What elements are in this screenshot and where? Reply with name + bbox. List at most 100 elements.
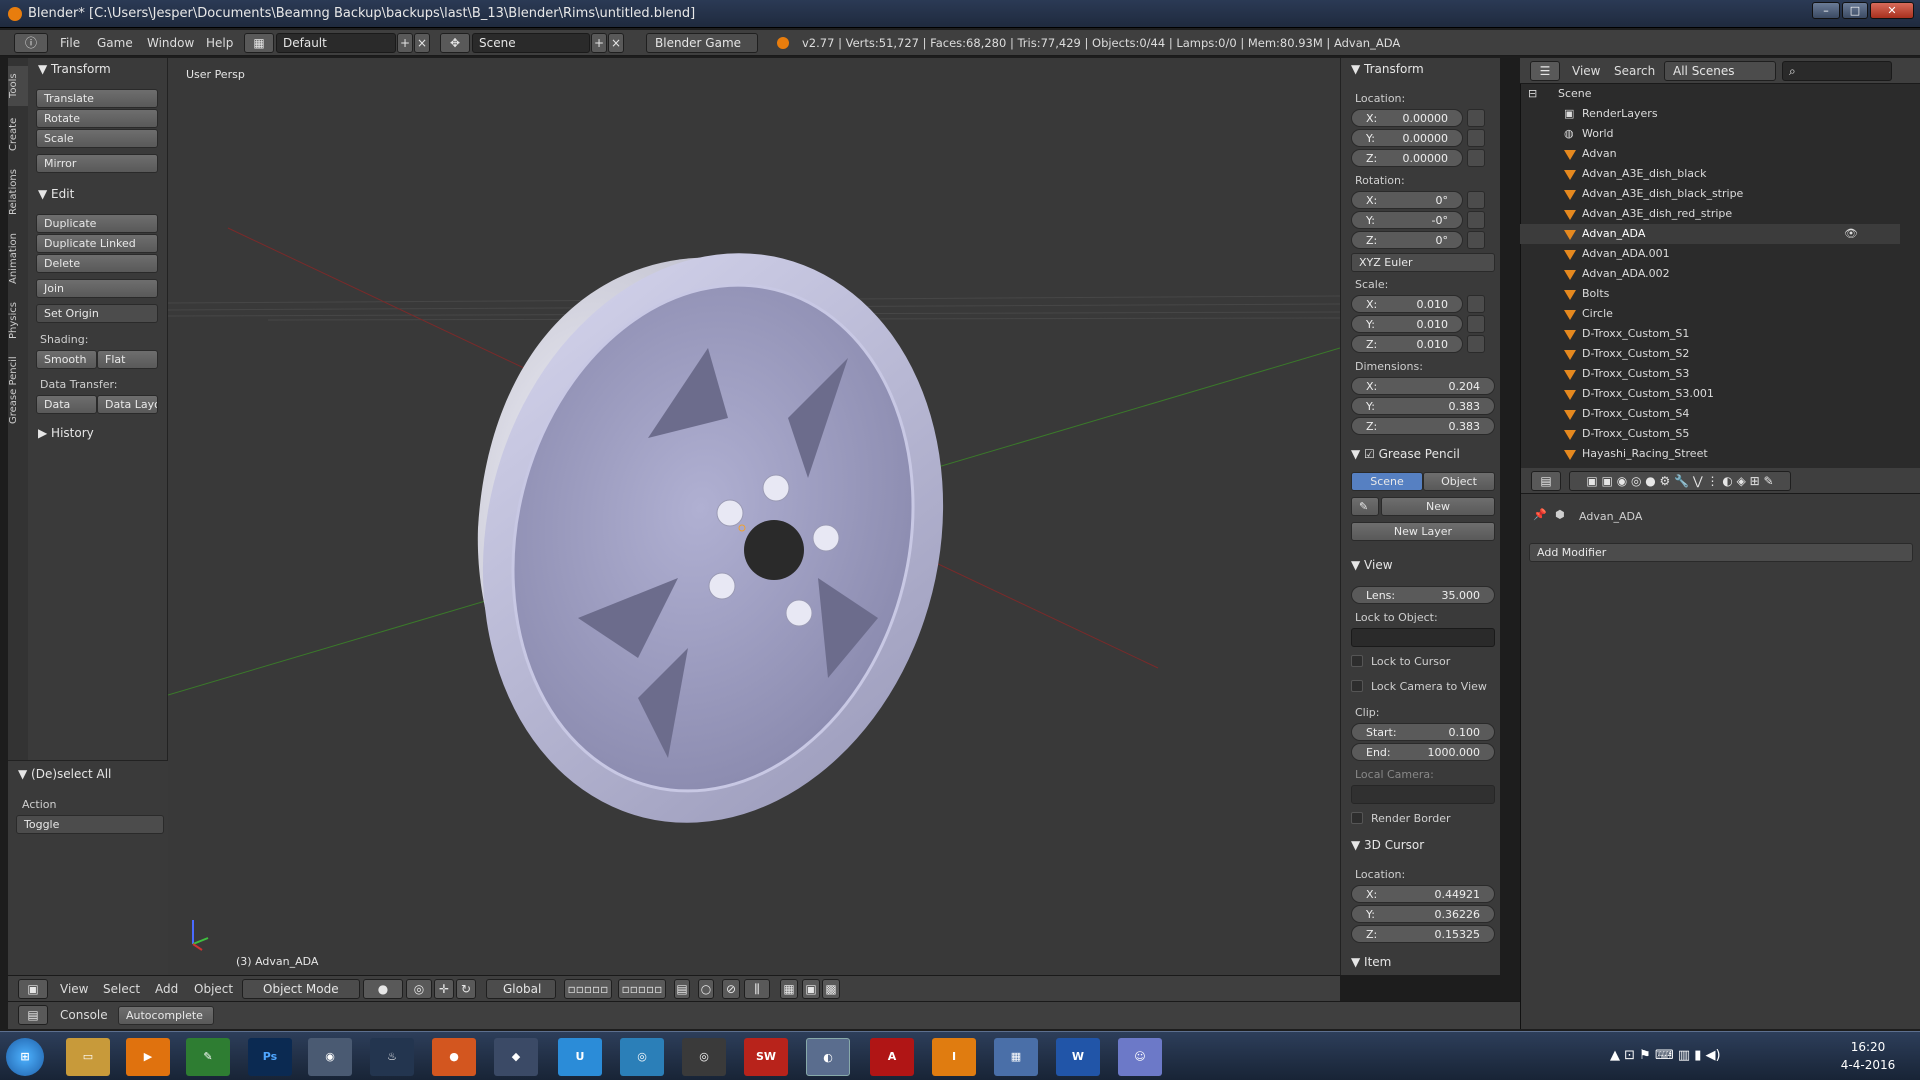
editor-type-icon[interactable]: ⓘ [14, 33, 48, 53]
lock-icon[interactable] [1467, 295, 1485, 313]
skype-icon[interactable]: ◎ [620, 1038, 664, 1076]
edit-panel-header[interactable]: ▼ Edit [38, 187, 74, 201]
join-button[interactable]: Join [36, 279, 158, 298]
dimension-y-field[interactable]: Y: 0.383 [1351, 397, 1495, 415]
clip-end-field[interactable]: End: 1000.000 [1351, 743, 1495, 761]
scale-x-field[interactable]: X: 0.010 [1351, 295, 1463, 313]
grease-scene-tab[interactable]: Scene [1351, 472, 1423, 491]
snap-icon[interactable]: ⊘ [722, 979, 740, 999]
properties-editor-icon[interactable]: ▤ [1531, 471, 1561, 491]
outliner-row-scene[interactable]: ⊟ Scene [1520, 84, 1900, 104]
layers-row2[interactable]: ▫▫▫▫▫ [618, 979, 666, 999]
outliner-scenes-dropdown[interactable]: All Scenes [1664, 61, 1776, 81]
vp-menu-view[interactable]: View [60, 982, 88, 996]
pin-icon[interactable]: 📌 [1533, 508, 1547, 521]
delete-button[interactable]: Delete [36, 254, 158, 273]
media-player-icon[interactable]: ▶ [126, 1038, 170, 1076]
lock-cursor-checkbox[interactable] [1351, 655, 1363, 667]
outliner-row-object[interactable]: Advan_ADA.001 [1520, 244, 1900, 264]
flat-button[interactable]: Flat [97, 350, 158, 369]
view-panel-header[interactable]: ▼ View [1351, 558, 1393, 572]
add-modifier-dropdown[interactable]: Add Modifier [1529, 543, 1913, 562]
duplicate-linked-button[interactable]: Duplicate Linked [36, 234, 158, 253]
add-layout-icon[interactable]: + [397, 33, 413, 53]
discord-icon[interactable]: ☺ [1118, 1038, 1162, 1076]
layers-row1[interactable]: ▫▫▫▫▫ [564, 979, 612, 999]
view3d-editor-icon[interactable]: ▣ [18, 979, 48, 999]
np-transform-header[interactable]: ▼ Transform [1351, 62, 1424, 76]
tab-animation[interactable]: Animation [8, 226, 28, 292]
photoshop-icon[interactable]: Ps [248, 1038, 292, 1076]
new-grease-button[interactable]: New [1381, 497, 1495, 516]
scale-button[interactable]: Scale [36, 129, 158, 148]
new-layer-button[interactable]: New Layer [1351, 522, 1495, 541]
cursor-panel-header[interactable]: ▼ 3D Cursor [1351, 838, 1424, 852]
history-panel-header[interactable]: ▶ History [38, 426, 94, 440]
cursor-x-field[interactable]: X: 0.44921 [1351, 885, 1495, 903]
lock-icon[interactable] [1467, 191, 1485, 209]
dimension-x-field[interactable]: X: 0.204 [1351, 377, 1495, 395]
outliner-row-object[interactable]: Advan_A3E_dish_black_stripe [1520, 184, 1900, 204]
cursor-z-field[interactable]: Z: 0.15325 [1351, 925, 1495, 943]
menu-file[interactable]: File [60, 36, 80, 50]
remove-layout-icon[interactable]: × [414, 33, 430, 53]
blender-taskbar-icon[interactable]: ◐ [806, 1038, 850, 1076]
mirror-button[interactable]: Mirror [36, 154, 158, 173]
autocomplete-button[interactable]: Autocomplete [118, 1006, 214, 1025]
outliner-row-object[interactable]: Hayashi_Racing_Street [1520, 444, 1900, 464]
location-y-field[interactable]: Y: 0.00000 [1351, 129, 1463, 147]
outliner-row-object[interactable]: Advan [1520, 144, 1900, 164]
action-dropdown[interactable]: Toggle [16, 815, 164, 834]
location-z-field[interactable]: Z: 0.00000 [1351, 149, 1463, 167]
eye-icon[interactable]: 👁 [1844, 227, 1858, 240]
outliner-row-object[interactable]: D-Troxx_Custom_S5 [1520, 424, 1900, 444]
mode-dropdown[interactable]: Object Mode [242, 979, 360, 999]
lock-camera-checkbox[interactable] [1351, 680, 1363, 692]
outliner-editor-icon[interactable]: ☰ [1530, 61, 1560, 81]
outliner-row-renderlayers[interactable]: ▣ RenderLayers [1520, 104, 1900, 124]
chrome-icon[interactable]: ◉ [308, 1038, 352, 1076]
rotation-y-field[interactable]: Y: -0° [1351, 211, 1463, 229]
clip-start-field[interactable]: Start: 0.100 [1351, 723, 1495, 741]
lock-icon[interactable] [1467, 109, 1485, 127]
menu-help[interactable]: Help [206, 36, 233, 50]
outliner-row-object[interactable]: Advan_A3E_dish_red_stripe [1520, 204, 1900, 224]
grease-pencil-header[interactable]: ▼ ☑ Grease Pencil [1351, 447, 1460, 461]
menu-window[interactable]: Window [147, 36, 194, 50]
cursor-y-field[interactable]: Y: 0.36226 [1351, 905, 1495, 923]
lock-icon[interactable] [1467, 231, 1485, 249]
3d-viewport[interactable]: User Persp (3) Advan_ADA [168, 58, 1340, 975]
word-icon[interactable]: W [1056, 1038, 1100, 1076]
origin-icon[interactable]: ● [432, 1038, 476, 1076]
vp-menu-select[interactable]: Select [103, 982, 140, 996]
location-x-field[interactable]: X: 0.00000 [1351, 109, 1463, 127]
close-button[interactable]: ✕ [1870, 2, 1914, 19]
add-scene-icon[interactable]: + [591, 33, 607, 53]
pencil-icon[interactable]: ✎ [1351, 497, 1379, 516]
pivot-icon[interactable]: ◎ [406, 979, 432, 999]
deselect-panel-header[interactable]: ▼ (De)select All [18, 767, 111, 781]
local-camera-field[interactable] [1351, 785, 1495, 804]
scale-y-field[interactable]: Y: 0.010 [1351, 315, 1463, 333]
vp-menu-add[interactable]: Add [155, 982, 178, 996]
snap-target-icon[interactable]: ⫼ [744, 979, 770, 999]
outliner-row-object-selected[interactable]: Advan_ADA 👁 [1520, 224, 1900, 244]
vp-menu-object[interactable]: Object [194, 982, 233, 996]
lock-object-field[interactable] [1351, 628, 1495, 647]
outliner-row-world[interactable]: ◍ World [1520, 124, 1900, 144]
clock-date[interactable]: 4-4-2016 [1834, 1058, 1902, 1072]
lock-icon[interactable] [1467, 335, 1485, 353]
outliner-row-object[interactable]: Advan_A3E_dish_black [1520, 164, 1900, 184]
steam-icon[interactable]: ♨ [370, 1038, 414, 1076]
inventor-icon[interactable]: I [932, 1038, 976, 1076]
unity-icon[interactable]: ◎ [682, 1038, 726, 1076]
translate-button[interactable]: Translate [36, 89, 158, 108]
shading-mode-icon[interactable]: ● [363, 979, 403, 999]
lock-icon[interactable] [1467, 149, 1485, 167]
rotation-x-field[interactable]: X: 0° [1351, 191, 1463, 209]
render-border-checkbox[interactable] [1351, 812, 1363, 824]
rotation-z-field[interactable]: Z: 0° [1351, 231, 1463, 249]
layout-field[interactable]: Default [276, 33, 396, 53]
manipulator-rotate-icon[interactable]: ↻ [456, 979, 476, 999]
outliner-menu-search[interactable]: Search [1614, 64, 1655, 78]
